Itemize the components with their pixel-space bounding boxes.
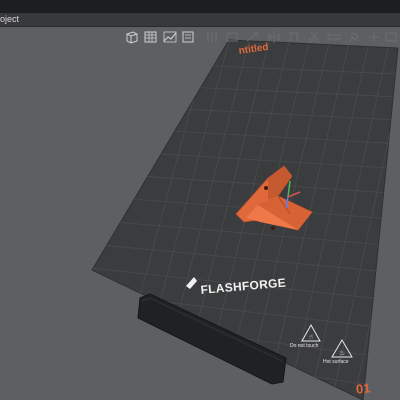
measure-tool-icon[interactable] xyxy=(326,29,342,45)
move-tool-icon[interactable] xyxy=(204,29,220,45)
hot-surface-label: Hot surface xyxy=(323,359,349,365)
cube-view-icon[interactable] xyxy=(124,29,140,45)
layer-view-icon[interactable] xyxy=(180,29,196,45)
menu-project[interactable]: oject xyxy=(0,14,19,24)
title-bar xyxy=(0,0,400,13)
grid-view-icon[interactable] xyxy=(143,29,159,45)
plate-number-label: 01 xyxy=(355,380,372,397)
do-not-touch-label: Do not touch xyxy=(290,343,319,349)
cut-tool-icon[interactable] xyxy=(306,29,322,45)
mirror-tool-icon[interactable] xyxy=(266,29,282,45)
more-tools-icon[interactable] xyxy=(384,29,400,45)
menu-bar: oject xyxy=(0,13,400,27)
seam-tool-icon[interactable] xyxy=(366,29,382,45)
view-toolbar xyxy=(0,27,400,46)
svg-text:☝: ☝ xyxy=(309,333,313,341)
rotate-tool-icon[interactable] xyxy=(224,29,240,45)
auto-arrange-icon[interactable] xyxy=(162,29,178,45)
support-tool-icon[interactable] xyxy=(286,29,302,45)
svg-text:♨: ♨ xyxy=(339,349,345,357)
paint-tool-icon[interactable] xyxy=(346,29,362,45)
3d-viewport[interactable]: ☝ ♨ xyxy=(0,0,400,400)
